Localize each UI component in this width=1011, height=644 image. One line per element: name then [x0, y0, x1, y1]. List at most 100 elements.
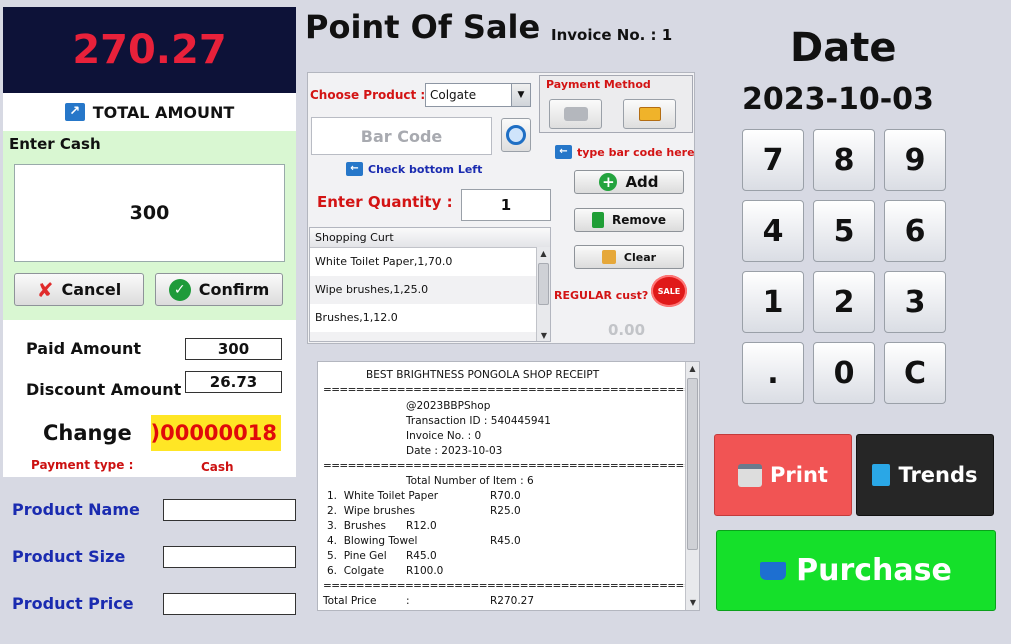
broom-icon [601, 250, 616, 264]
clear-button[interactable]: Clear [574, 245, 684, 269]
regular-customer-label: REGULAR cust? [554, 289, 649, 302]
keypad-1[interactable]: 1 [742, 271, 804, 333]
keypad-dot[interactable]: . [742, 342, 804, 404]
shopping-cart-list[interactable]: Shopping Curt White Toilet Paper,1,70.0 … [309, 227, 551, 342]
scroll-up-icon[interactable]: ▲ [686, 362, 699, 376]
invoice-number-label: Invoice No. : 1 [551, 26, 673, 44]
scroll-thumb[interactable] [538, 263, 549, 305]
cart-icon [760, 561, 787, 580]
keypad-3[interactable]: 3 [884, 271, 946, 333]
quantity-input[interactable]: 1 [461, 189, 551, 221]
close-icon: ✘ [36, 277, 54, 302]
keypad-8[interactable]: 8 [813, 129, 875, 191]
receipt-item: 4. Blowing Towel [327, 535, 418, 547]
choose-product-select[interactable]: Colgate ▼ [425, 83, 531, 107]
remove-label: Remove [611, 213, 667, 227]
plus-icon: + [599, 173, 618, 191]
total-amount-label-row: ↗ TOTAL AMOUNT [3, 93, 296, 131]
enter-cash-label: Enter Cash [9, 135, 101, 153]
trends-button[interactable]: Trends [856, 434, 994, 516]
check-bottom-left-text: Check bottom Left [368, 162, 483, 176]
keypad-2[interactable]: 2 [813, 271, 875, 333]
cancel-button[interactable]: ✘ Cancel [14, 273, 144, 306]
add-button[interactable]: + Add [574, 170, 684, 194]
keypad-4[interactable]: 4 [742, 200, 804, 262]
list-item[interactable]: White Toilet Paper,1,70.0 [310, 248, 550, 276]
paid-amount-field: 300 [185, 338, 282, 360]
credit-card-icon [638, 107, 661, 121]
receipt-total-value: R270.27 [490, 595, 535, 607]
receipt-item-price: R25.0 [490, 505, 521, 517]
receipt-title: BEST BRIGHTNESS PONGOLA SHOP RECEIPT [366, 369, 600, 381]
check-bottom-left-hint: ← Check bottom Left [346, 162, 482, 176]
total-amount-label: TOTAL AMOUNT [92, 102, 235, 122]
chart-icon [872, 464, 891, 486]
receipt-item-price: R45.0 [406, 550, 437, 562]
receipt-scrollbar[interactable]: ▲ ▼ [685, 362, 699, 610]
printer-icon [738, 463, 763, 487]
purchase-button[interactable]: Purchase [716, 530, 996, 611]
product-name-label: Product Name [12, 500, 140, 519]
product-price-label: Product Price [12, 594, 134, 613]
payment-type-value: Cash [201, 460, 234, 474]
search-button[interactable] [501, 118, 531, 152]
receipt-item: 5. Pine Gel [327, 550, 387, 562]
receipt-item-price: R100.0 [406, 565, 444, 577]
receipt-divider: ========================================… [323, 580, 700, 592]
date-title: Date [790, 25, 897, 71]
remove-button[interactable]: Remove [574, 208, 684, 232]
payment-method-label: Payment Method [546, 78, 651, 91]
receipt-total-label: Total Price [323, 595, 377, 607]
keypad-clear[interactable]: C [884, 342, 946, 404]
print-label: Print [770, 463, 828, 487]
page-title: Point Of Sale [305, 8, 541, 46]
cash-payment-button[interactable] [549, 99, 602, 129]
confirm-button[interactable]: ✓ Confirm [155, 273, 283, 306]
receipt-line: Date : 2023-10-03 [406, 445, 503, 457]
receipt-line: Transaction ID : 540445941 [406, 415, 551, 427]
discount-amount-label: Discount Amount [26, 380, 182, 399]
scroll-down-icon[interactable]: ▼ [537, 329, 550, 341]
product-name-field[interactable] [163, 499, 296, 521]
purchase-label: Purchase [796, 553, 952, 588]
arrow-left-icon: ← [555, 145, 572, 159]
keypad-0[interactable]: 0 [813, 342, 875, 404]
list-item[interactable]: Wipe brushes,1,25.0 [310, 276, 550, 304]
receipt-divider: ========================================… [323, 460, 700, 472]
scroll-down-icon[interactable]: ▼ [686, 596, 699, 610]
keypad-7[interactable]: 7 [742, 129, 804, 191]
product-size-field[interactable] [163, 546, 296, 568]
discount-amount-field: 26.73 [185, 371, 282, 393]
keypad-6[interactable]: 6 [884, 200, 946, 262]
list-item[interactable]: Blowing Towel,1,45.0 [310, 332, 550, 341]
add-label: Add [625, 173, 659, 191]
scroll-up-icon[interactable]: ▲ [537, 247, 550, 261]
receipt-item-price: R45.0 [490, 535, 521, 547]
receipt-item: 1. White Toilet Paper [327, 490, 439, 502]
receipt-total-separator: : [406, 595, 410, 607]
receipt-item: 3. Brushes [327, 520, 386, 532]
clear-label: Clear [623, 250, 657, 264]
hand-cash-icon [563, 107, 588, 121]
card-payment-button[interactable] [623, 99, 676, 129]
receipt-item: 2. Wipe brushes [327, 505, 415, 517]
chevron-down-icon[interactable]: ▼ [511, 84, 530, 106]
cancel-label: Cancel [61, 280, 122, 299]
cart-header: Shopping Curt [310, 228, 550, 248]
cart-scrollbar[interactable]: ▲ ▼ [536, 247, 550, 341]
sale-badge-button[interactable]: SALE [651, 275, 687, 307]
scroll-thumb[interactable] [687, 378, 698, 550]
barcode-input[interactable]: Bar Code [311, 117, 492, 155]
list-item[interactable]: Brushes,1,12.0 [310, 304, 550, 332]
print-button[interactable]: Print [714, 434, 852, 516]
receipt-item-price: R70.0 [490, 490, 521, 502]
keypad-9[interactable]: 9 [884, 129, 946, 191]
keypad-5[interactable]: 5 [813, 200, 875, 262]
total-amount-display: 270.27 [3, 7, 296, 93]
type-barcode-text: type bar code here [577, 145, 695, 159]
receipt-item-price: R12.0 [406, 520, 437, 532]
confirm-label: Confirm [198, 280, 270, 299]
receipt-panel: BEST BRIGHTNESS PONGOLA SHOP RECEIPT ===… [317, 361, 700, 611]
cash-input[interactable]: 300 [14, 164, 285, 262]
product-price-field[interactable] [163, 593, 296, 615]
